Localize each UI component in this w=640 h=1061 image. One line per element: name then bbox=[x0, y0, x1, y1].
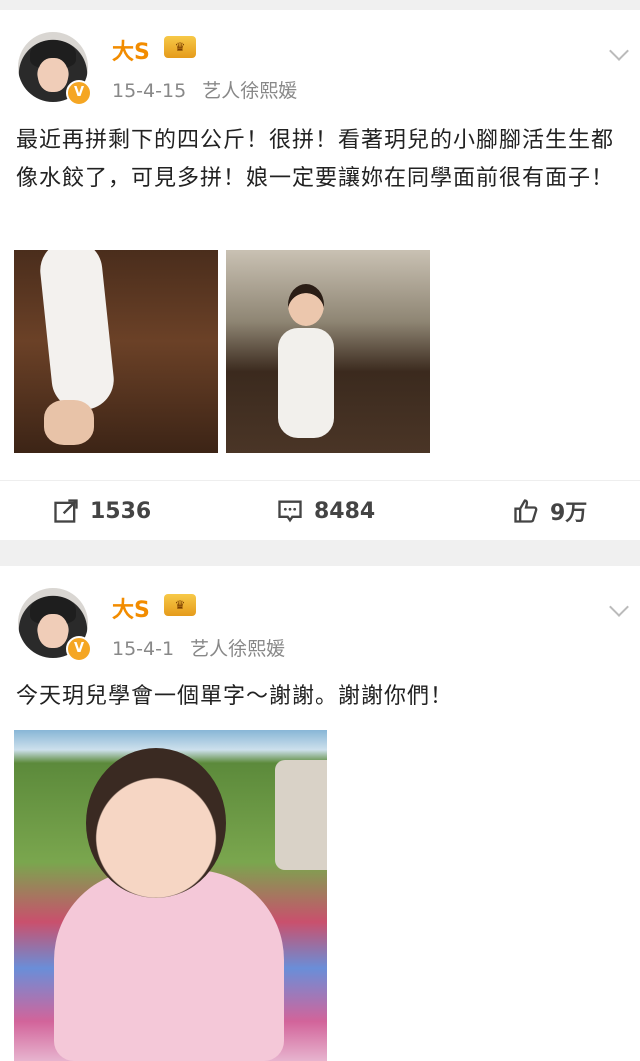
chevron-down-icon[interactable] bbox=[609, 597, 629, 617]
post-source: 艺人徐熙媛 bbox=[202, 80, 298, 102]
top-divider bbox=[0, 0, 640, 10]
post-image-2[interactable] bbox=[226, 250, 430, 453]
comment-count: 8484 bbox=[314, 498, 376, 524]
post-date: 15-4-15 bbox=[112, 80, 187, 102]
post-text: 最近再拼剩下的四公斤！很拼！看著玥兒的小腳腳活生生都像水餃了，可見多拼！娘一定要… bbox=[16, 128, 615, 191]
post-image-1[interactable] bbox=[14, 730, 327, 1061]
repost-count: 1536 bbox=[90, 498, 152, 524]
post-date: 15-4-1 bbox=[112, 638, 175, 660]
post-meta: 15-4-15 艺人徐熙媛 bbox=[112, 76, 307, 103]
like-count: 9万 bbox=[550, 501, 588, 526]
post-card-1: V 大S ♛ 15-4-15 艺人徐熙媛 最近再拼剩下的四公斤！很拼！看著玥兒的… bbox=[0, 10, 640, 540]
post-source: 艺人徐熙媛 bbox=[190, 638, 286, 660]
like-button[interactable]: 9万 bbox=[512, 481, 587, 541]
chevron-down-icon[interactable] bbox=[609, 41, 629, 61]
post-card-2: V 大S ♛ 15-4-1 艺人徐熙媛 今天玥兒學會一個單字～謝謝。謝謝你們！ bbox=[0, 566, 640, 1061]
comment-button[interactable]: 8484 bbox=[276, 481, 375, 541]
repost-button[interactable]: 1536 bbox=[52, 481, 151, 541]
thumbs-up-icon bbox=[514, 499, 538, 523]
comment-icon bbox=[278, 500, 302, 523]
verified-badge-icon: V bbox=[66, 636, 92, 662]
crown-icon: ♛ bbox=[164, 594, 196, 616]
verified-badge-icon: V bbox=[66, 80, 92, 106]
post-text: 今天玥兒學會一個單字～謝謝。謝謝你們！ bbox=[16, 684, 454, 709]
action-bar: 1536 8484 9万 bbox=[0, 480, 640, 541]
author-name[interactable]: 大S bbox=[112, 34, 150, 66]
repost-icon bbox=[54, 499, 78, 523]
author-name[interactable]: 大S bbox=[112, 592, 150, 624]
crown-icon: ♛ bbox=[164, 36, 196, 58]
post-meta: 15-4-1 艺人徐熙媛 bbox=[112, 634, 295, 661]
post-image-1[interactable] bbox=[14, 250, 218, 453]
